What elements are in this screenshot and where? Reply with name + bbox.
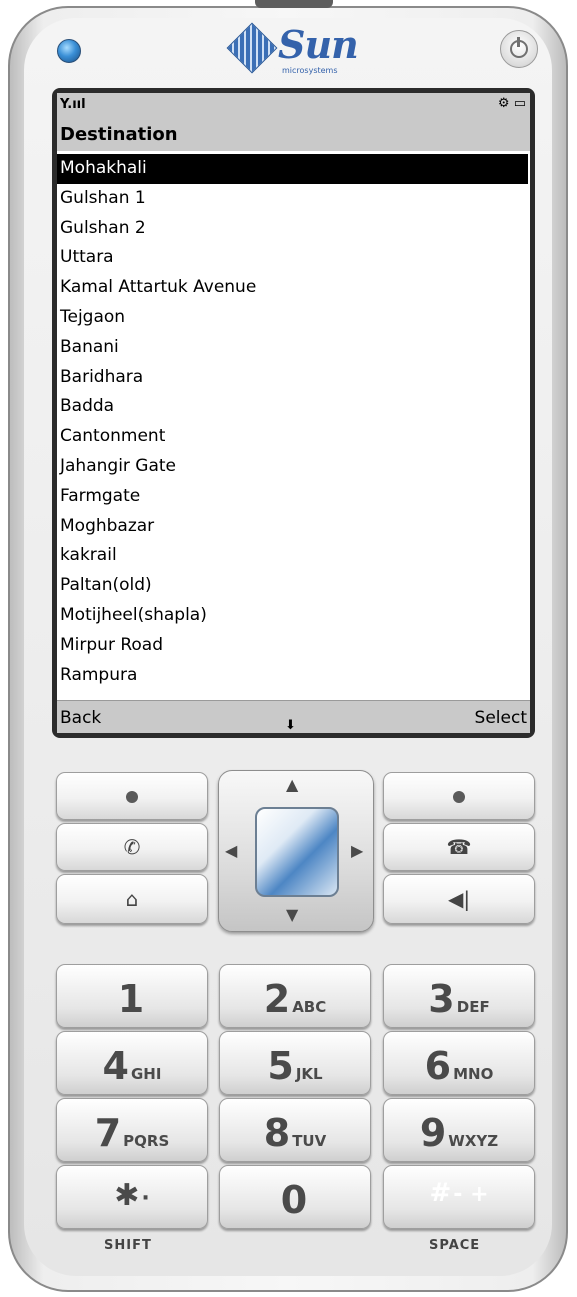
destination-list-item[interactable]: Farmgate	[57, 482, 530, 512]
phone-call-icon: ✆	[123, 835, 141, 859]
left-soft-dot-icon	[126, 791, 138, 803]
key-hash[interactable]: #- +	[383, 1165, 535, 1229]
destination-list-item[interactable]: Baridhara	[57, 363, 530, 393]
back-softkey[interactable]: Back	[60, 708, 101, 728]
destination-list-item[interactable]: Uttara	[57, 243, 530, 273]
key-8[interactable]: 8 TUV	[219, 1098, 371, 1162]
softkey-bar: Back ⬇ Select	[57, 700, 530, 733]
call-button[interactable]: ✆	[56, 823, 208, 871]
destination-list-item[interactable]: Tejgaon	[57, 303, 530, 333]
destination-list-item[interactable]: Motijheel(shapla)	[57, 601, 530, 631]
destination-list-item[interactable]: kakrail	[57, 541, 530, 571]
screen-title-bar: Destination	[57, 117, 530, 151]
destination-list: Mohakhali Gulshan 1 Gulshan 2 Uttara Kamal A…	[57, 154, 530, 690]
destination-list-item[interactable]: Cantonment	[57, 422, 530, 452]
dpad-left-icon[interactable]: ◀	[225, 841, 237, 860]
destination-list-item[interactable]: Mohakhali	[57, 154, 528, 184]
power-button[interactable]	[500, 30, 538, 68]
dpad-up-icon[interactable]: ▲	[286, 775, 298, 794]
dpad-select-button[interactable]	[255, 807, 339, 897]
key-1[interactable]: 1	[56, 964, 208, 1028]
dpad-right-icon[interactable]: ▶	[351, 841, 363, 860]
destination-list-item[interactable]: Badda	[57, 392, 530, 422]
dpad-down-icon[interactable]: ▼	[286, 905, 298, 924]
destination-list-item[interactable]: Kamal Attartuk Avenue	[57, 273, 530, 303]
right-soft-button[interactable]	[383, 772, 535, 820]
destination-list-item[interactable]: Paltan(old)	[57, 571, 530, 601]
phone-screen: Y.ııl ⚙ ▭ Destination Mohakhali Gulshan 1…	[57, 93, 530, 733]
brand-name: Sun	[278, 22, 359, 67]
right-soft-dot-icon	[453, 791, 465, 803]
destination-list-item[interactable]: Gulshan 1	[57, 184, 530, 214]
navigation-dpad[interactable]: ▲ ▼ ◀ ▶	[218, 770, 374, 932]
back-icon: ◀|	[447, 887, 471, 911]
clear-back-button[interactable]: ◀|	[383, 874, 535, 924]
key-2[interactable]: 2 ABC	[219, 964, 371, 1028]
sun-logo-icon	[226, 22, 278, 74]
key-3[interactable]: 3 DEF	[383, 964, 535, 1028]
key-6[interactable]: 6 MNO	[383, 1031, 535, 1095]
left-soft-button[interactable]	[56, 772, 208, 820]
scroll-down-indicator-icon: ⬇	[285, 718, 296, 733]
brand-subtitle: microsystems	[282, 66, 338, 75]
destination-list-item[interactable]: Gulshan 2	[57, 214, 530, 244]
key-7[interactable]: 7 PQRS	[56, 1098, 208, 1162]
space-label: SPACE	[429, 1238, 481, 1253]
destination-list-item[interactable]: Moghbazar	[57, 512, 530, 542]
screen-title: Destination	[60, 124, 178, 145]
shift-label: SHIFT	[104, 1238, 152, 1253]
notification-led	[57, 39, 81, 63]
destination-list-item[interactable]: Rampura	[57, 661, 530, 691]
key-5[interactable]: 5 JKL	[219, 1031, 371, 1095]
key-star[interactable]: ✱·	[56, 1165, 208, 1229]
destination-list-item[interactable]: Mirpur Road	[57, 631, 530, 661]
speaker-notch	[255, 0, 333, 8]
status-bar: Y.ııl ⚙ ▭	[57, 93, 530, 117]
home-button[interactable]: ⌂	[56, 874, 208, 924]
asterisk-icon: ✱	[114, 1178, 140, 1213]
key-0[interactable]: 0	[219, 1165, 371, 1229]
key-4[interactable]: 4 GHI	[56, 1031, 208, 1095]
destination-list-item[interactable]: Jahangir Gate	[57, 452, 530, 482]
select-softkey[interactable]: Select	[475, 708, 527, 728]
brand-logo: Sun microsystems	[226, 22, 362, 80]
key-9[interactable]: 9 WXYZ	[383, 1098, 535, 1162]
signal-strength-icon: Y.ııl	[60, 97, 86, 112]
battery-icon: ⚙ ▭	[497, 96, 526, 111]
phone-hangup-icon: ☎	[446, 835, 472, 859]
home-icon: ⌂	[125, 887, 139, 911]
destination-list-item[interactable]: Banani	[57, 333, 530, 363]
end-call-button[interactable]: ☎	[383, 823, 535, 871]
